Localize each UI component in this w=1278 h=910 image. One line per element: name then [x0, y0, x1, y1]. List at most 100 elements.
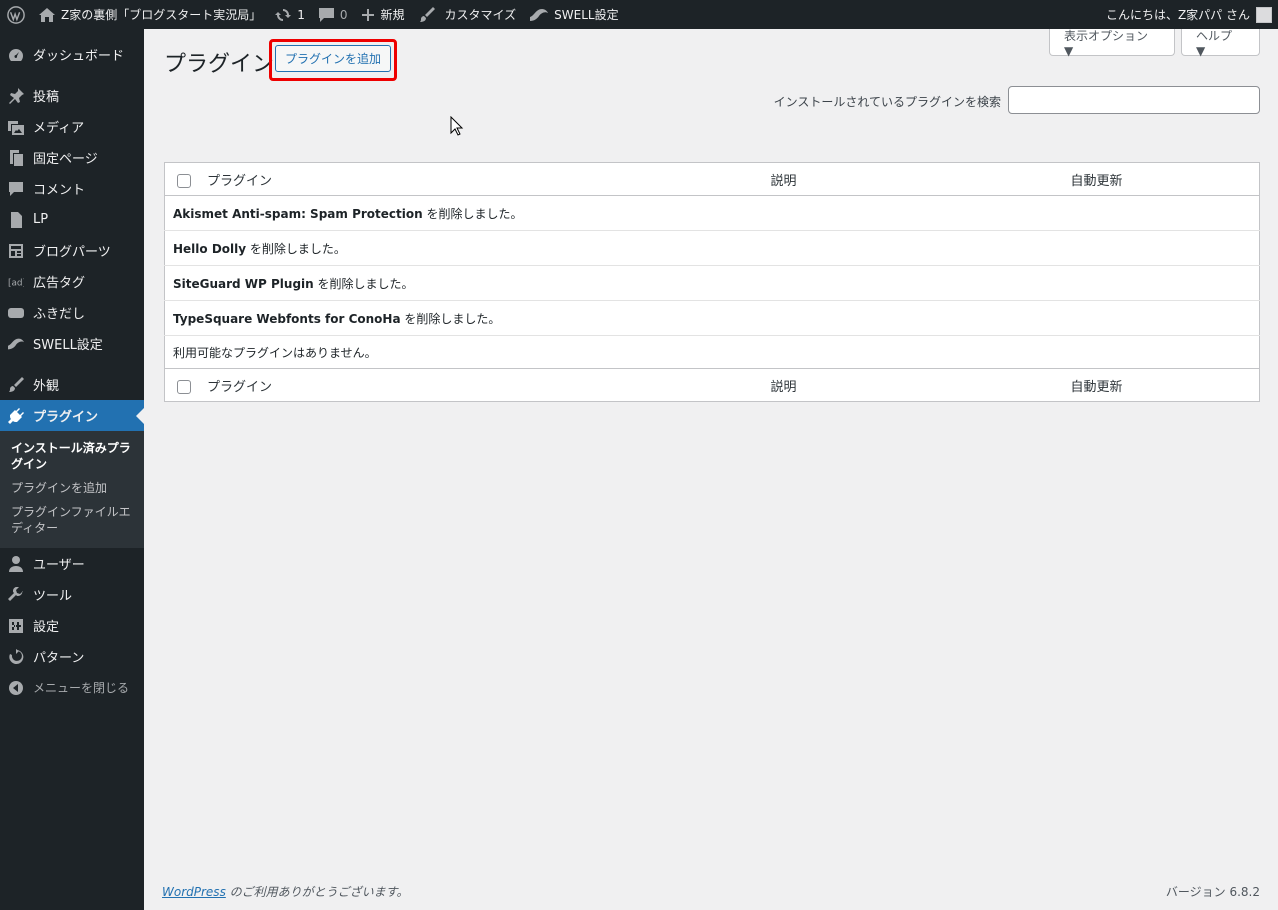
comments-link[interactable]: 0	[312, 0, 355, 29]
sidebar-item-label: ツール	[33, 589, 73, 604]
delete-message: を削除しました。	[400, 311, 501, 326]
plugins-table: プラグイン 説明 自動更新 Akismet Anti-spam: Spam Pr…	[164, 162, 1260, 402]
sidebar-item-media[interactable]: メディア	[0, 111, 144, 142]
sidebar-item-balloon[interactable]: ふきだし	[0, 297, 144, 328]
sidebar-item-label: ふきだし	[33, 307, 86, 322]
customize-label: カスタマイズ	[444, 8, 517, 22]
column-plugin-label: プラグイン	[207, 173, 273, 189]
footer-column-description: 説明	[762, 368, 1063, 402]
mouse-cursor-icon	[450, 116, 464, 136]
delete-message: を削除しました。	[313, 276, 414, 291]
greeting: こんにちは、Z家パパ さん	[1105, 8, 1250, 22]
plugin-icon	[8, 407, 24, 424]
screen-options-button[interactable]: 表示オプション ▼	[1049, 29, 1175, 58]
column-plugin-label: プラグイン	[207, 379, 273, 395]
empty-message: 利用可能なプラグインはありません。	[173, 345, 377, 360]
sidebar-item-label: コメント	[33, 183, 86, 198]
media-icon	[8, 119, 24, 135]
settings-icon	[8, 618, 24, 634]
new-content-link[interactable]: 新規	[355, 0, 412, 29]
sidebar-item-pages[interactable]: 固定ページ	[0, 142, 144, 173]
footer-column-auto-update: 自動更新	[1062, 368, 1260, 402]
sidebar-item-posts[interactable]: 投稿	[0, 80, 144, 111]
sidebar-item-dashboard[interactable]: ダッシュボード	[0, 39, 144, 70]
wp-logo-icon[interactable]	[0, 0, 32, 29]
sidebar-item-ad-tag[interactable]: [ad] 広告タグ	[0, 266, 144, 297]
help-button[interactable]: ヘルプ ▼	[1181, 29, 1260, 58]
admin-bar: Z家の裏側「ブログスタート実況局」 1 0 新規 カスタマイズ SWELL設定 …	[0, 0, 1278, 29]
submenu-plugin-editor[interactable]: プラグインファイルエディター	[0, 500, 144, 540]
sidebar-item-label: 固定ページ	[33, 152, 98, 167]
sidebar-item-label: 設定	[33, 620, 60, 635]
sidebar-item-users[interactable]: ユーザー	[0, 548, 144, 579]
wordpress-link[interactable]: WordPress	[162, 885, 226, 899]
brush-icon	[419, 6, 435, 22]
footer-thanks-text: のご利用ありがとうございます。	[225, 885, 409, 899]
plugin-name: TypeSquare Webfonts for ConoHa	[173, 311, 401, 326]
table-row-empty: 利用可能なプラグインはありません。	[165, 336, 1260, 369]
footer-version: バージョン 6.8.2	[1165, 885, 1260, 899]
sidebar-item-blog-parts[interactable]: ブログパーツ	[0, 235, 144, 266]
add-plugin-button[interactable]: プラグインを追加	[275, 45, 392, 72]
table-row: Hello Dolly を削除しました。	[164, 230, 1260, 266]
page-icon	[8, 149, 24, 166]
home-icon	[39, 7, 55, 22]
sidebar-item-patterns[interactable]: パターン	[0, 641, 144, 672]
sidebar-item-tools[interactable]: ツール	[0, 579, 144, 610]
sidebar-item-comments[interactable]: コメント	[0, 173, 144, 204]
sidebar-item-label: ユーザー	[33, 558, 85, 573]
swell-label: SWELL設定	[554, 8, 619, 22]
comment-icon	[318, 7, 334, 22]
sidebar-item-label: ダッシュボード	[33, 49, 125, 64]
page-title: プラグイン	[164, 52, 275, 77]
collapse-menu-button[interactable]: メニューを閉じる	[0, 672, 144, 703]
plugin-name: Hello Dolly	[173, 241, 247, 256]
sidebar-item-plugins[interactable]: プラグイン	[0, 400, 144, 431]
column-description: 説明	[762, 162, 1063, 196]
sidebar-item-appearance[interactable]: 外観	[0, 369, 144, 400]
sidebar-item-lp[interactable]: LP	[0, 204, 144, 235]
sidebar-item-label: ブログパーツ	[33, 245, 111, 260]
select-all-checkbox-bottom[interactable]	[177, 380, 191, 394]
column-auto-update: 自動更新	[1062, 162, 1260, 196]
sidebar-item-label: パターン	[33, 651, 85, 666]
submenu-installed-plugins[interactable]: インストール済みプラグイン	[0, 436, 144, 476]
collapse-icon	[8, 680, 24, 696]
delete-message: を削除しました。	[246, 241, 346, 256]
update-icon	[275, 8, 292, 21]
ad-icon: [ad]	[8, 274, 24, 290]
sidebar-item-settings[interactable]: 設定	[0, 610, 144, 641]
pattern-icon	[8, 648, 24, 665]
site-name: Z家の裏側「ブログスタート実況局」	[61, 8, 262, 22]
column-plugin: プラグイン	[164, 162, 763, 196]
select-all-checkbox[interactable]	[177, 174, 191, 188]
comment-icon	[8, 181, 24, 197]
plugins-submenu: インストール済みプラグイン プラグインを追加 プラグインファイルエディター	[0, 431, 144, 548]
collapse-label: メニューを閉じる	[33, 681, 130, 695]
blog-parts-icon	[8, 243, 24, 259]
sidebar-item-label: 外観	[33, 379, 60, 394]
plugin-name: SiteGuard WP Plugin	[173, 276, 314, 291]
updates-count: 1	[297, 7, 305, 22]
sidebar-item-label: プラグイン	[33, 410, 99, 425]
table-row: Akismet Anti-spam: Spam Protection を削除しま…	[164, 195, 1260, 231]
doc-icon	[8, 211, 24, 228]
customize-link[interactable]: カスタマイズ	[412, 0, 524, 29]
swell-icon	[530, 8, 549, 21]
sidebar-item-swell[interactable]: SWELL設定	[0, 328, 144, 359]
swell-settings-link[interactable]: SWELL設定	[523, 0, 625, 29]
svg-text:[ad]: [ad]	[8, 278, 24, 287]
sidebar-item-label: SWELL設定	[33, 338, 103, 353]
my-account[interactable]: こんにちは、Z家パパ さん	[1106, 0, 1272, 29]
search-input[interactable]	[1008, 86, 1260, 114]
search-label: インストールされているプラグインを検索	[773, 95, 1001, 109]
user-icon	[8, 555, 24, 572]
updates-link[interactable]: 1	[268, 0, 312, 29]
footer-column-plugin: プラグイン	[164, 368, 763, 402]
swell-icon	[8, 336, 24, 352]
admin-menu: ダッシュボード 投稿 メディア 固定ページ コメント LP ブログパーツ [ad…	[0, 29, 144, 910]
submenu-add-plugin[interactable]: プラグインを追加	[0, 476, 144, 500]
plus-icon	[361, 8, 374, 21]
site-name-link[interactable]: Z家の裏側「ブログスタート実況局」	[32, 0, 268, 29]
sidebar-item-label: 投稿	[33, 90, 60, 105]
